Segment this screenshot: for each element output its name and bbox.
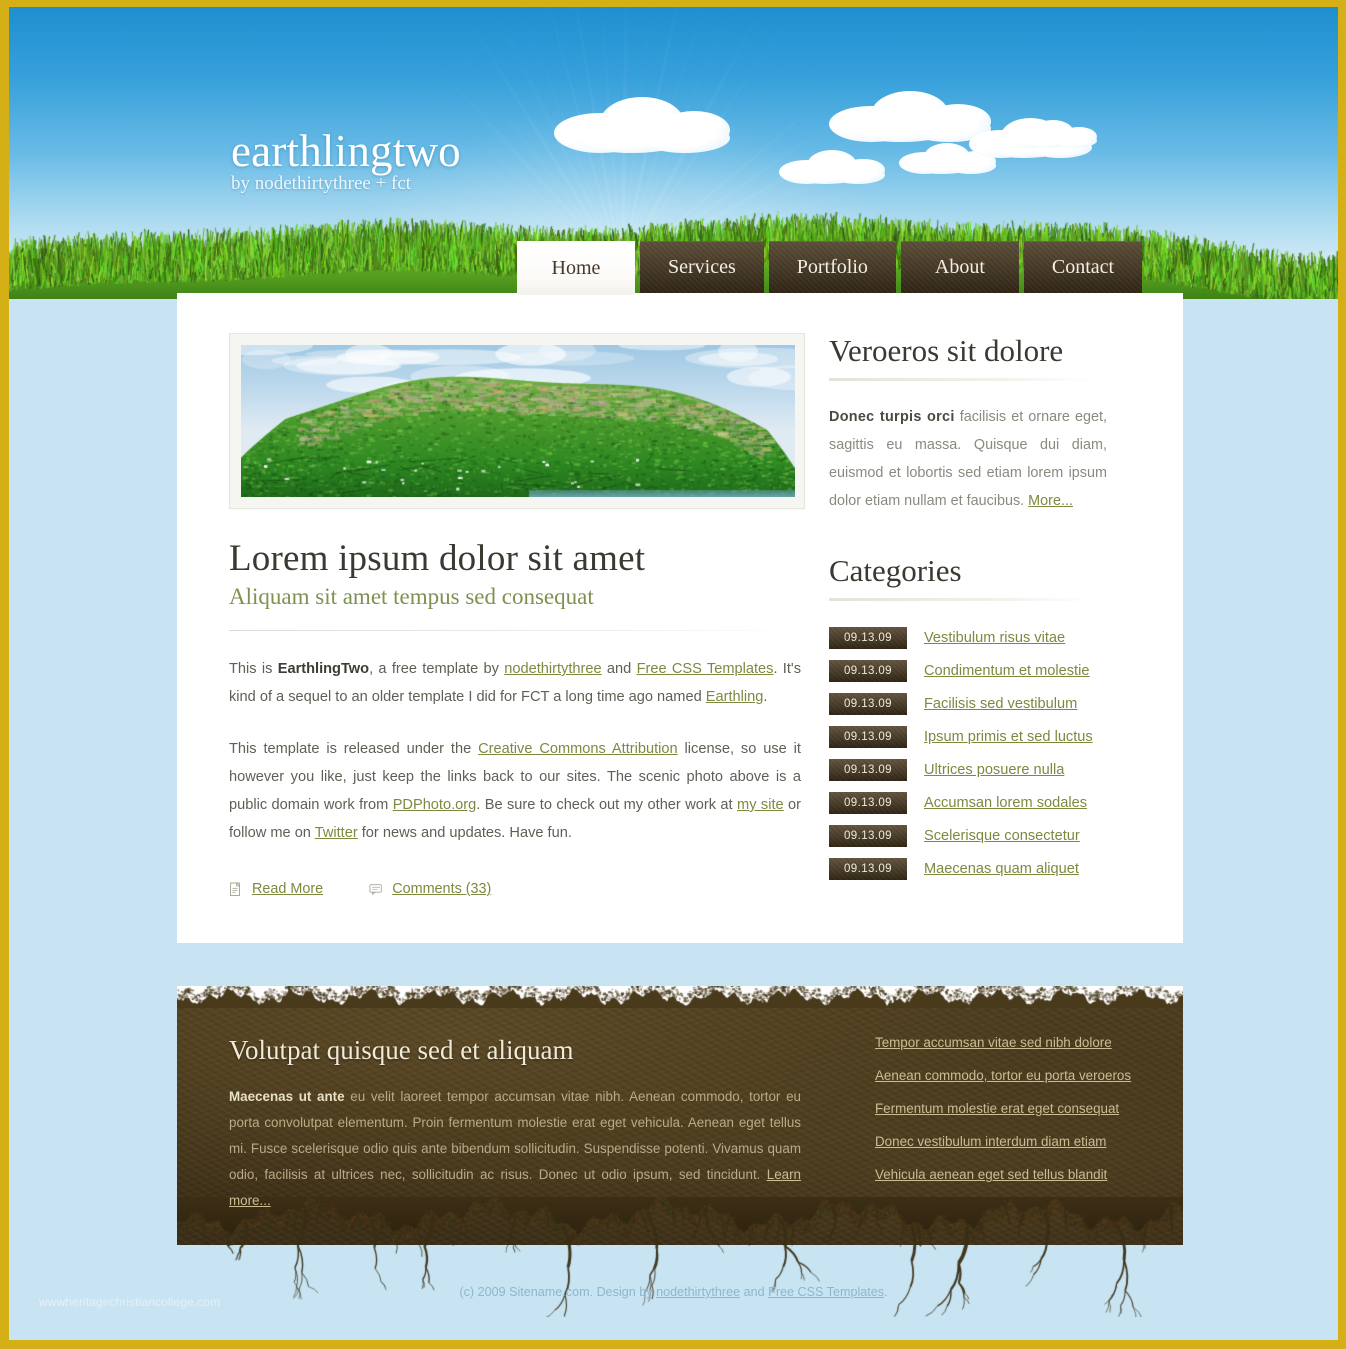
footer-link[interactable]: Fermentum molestie erat eget consequat <box>875 1101 1171 1116</box>
site-branding: earthlingtwo by nodethirtythree + fct <box>231 125 461 195</box>
link-free-css-templates[interactable]: Free CSS Templates <box>637 661 774 677</box>
footer-link[interactable]: Tempor accumsan vitae sed nibh dolore <box>875 1035 1171 1050</box>
link-nodethirtythree[interactable]: nodethirtythree <box>504 661 601 677</box>
categories-title: Categories <box>829 553 1135 589</box>
read-more-item[interactable]: Read More <box>229 881 323 897</box>
category-link[interactable]: Condimentum et molestie <box>924 663 1089 679</box>
footer-link[interactable]: Donec vestibulum interdum diam etiam <box>875 1134 1171 1149</box>
sidebar-box-text: Donec turpis orci facilisis et ornare eg… <box>829 403 1107 515</box>
document-icon <box>229 882 243 897</box>
category-link[interactable]: Scelerisque consectetur <box>924 828 1080 844</box>
category-link[interactable]: Maecenas quam aliquet <box>924 861 1079 877</box>
p2-text-5: for news and updates. Have fun. <box>358 825 572 841</box>
read-more-link[interactable]: Read More <box>252 881 323 897</box>
category-item[interactable]: 09.13.09 Scelerisque consectetur <box>829 825 1135 847</box>
category-link[interactable]: Facilisis sed vestibulum <box>924 696 1077 712</box>
sidebar: Veroeros sit dolore Donec turpis orci fa… <box>813 333 1135 943</box>
category-date-badge: 09.13.09 <box>829 792 907 814</box>
post-paragraph-2: This template is released under the Crea… <box>229 735 801 847</box>
category-item[interactable]: 09.13.09 Vestibulum risus vitae <box>829 627 1135 649</box>
category-date-badge: 09.13.09 <box>829 726 907 748</box>
link-pdphoto[interactable]: PDPhoto.org <box>393 797 477 813</box>
category-item[interactable]: 09.13.09 Maecenas quam aliquet <box>829 858 1135 880</box>
hero-photo <box>241 345 795 497</box>
footer-link[interactable]: Aenean commodo, tortor eu porta veroeros <box>875 1068 1171 1083</box>
category-item[interactable]: 09.13.09 Facilisis sed vestibulum <box>829 693 1135 715</box>
sidebar-box-title: Veroeros sit dolore <box>829 333 1135 369</box>
main-navigation[interactable]: Home Services Portfolio About Contact <box>517 241 1147 295</box>
nav-item-home[interactable]: Home <box>517 241 635 295</box>
sidebar-more-link[interactable]: More... <box>1028 493 1073 509</box>
footer-bold: Maecenas ut ante <box>229 1089 345 1104</box>
category-link[interactable]: Accumsan lorem sodales <box>924 795 1087 811</box>
site-title: earthlingtwo <box>231 125 461 177</box>
post-subtitle: Aliquam sit amet tempus sed consequat <box>229 584 813 610</box>
footer-paragraph: Maecenas ut ante eu velit laoreet tempor… <box>229 1084 801 1214</box>
comments-item[interactable]: Comments (33) <box>369 881 491 897</box>
post-title: Lorem ipsum dolor sit amet <box>229 537 813 580</box>
main-column: Lorem ipsum dolor sit amet Aliquam sit a… <box>177 333 813 943</box>
category-item[interactable]: 09.13.09 Ipsum primis et sed luctus <box>829 726 1135 748</box>
link-my-site[interactable]: my site <box>737 797 784 813</box>
footer-title: Volutpat quisque sed et aliquam <box>229 1035 865 1066</box>
nav-item-portfolio[interactable]: Portfolio <box>769 241 896 293</box>
content-panel: Lorem ipsum dolor sit amet Aliquam sit a… <box>177 293 1183 943</box>
watermark: wwwheritagechristiancollege.com <box>39 1295 220 1309</box>
category-item[interactable]: 09.13.09 Condimentum et molestie <box>829 660 1135 682</box>
nav-item-about[interactable]: About <box>901 241 1019 293</box>
sidebar-box-bold: Donec turpis orci <box>829 409 955 425</box>
copyright-link-n33[interactable]: nodethirtythree <box>656 1285 740 1299</box>
p1-text-1: This is <box>229 661 278 677</box>
category-link[interactable]: Ipsum primis et sed luctus <box>924 729 1093 745</box>
dirt-roots-edge <box>177 1197 1183 1317</box>
categories-list: 09.13.09 Vestibulum risus vitae 09.13.09 Co… <box>829 627 1135 941</box>
copyright-text-3: . <box>884 1285 888 1299</box>
link-twitter[interactable]: Twitter <box>315 825 358 841</box>
post-paragraph-1: This is EarthlingTwo, a free template by… <box>229 655 801 711</box>
p1-bold: EarthlingTwo <box>278 661 369 677</box>
category-date-badge: 09.13.09 <box>829 858 907 880</box>
p2-text-3: . Be sure to check out my other work at <box>476 797 737 813</box>
p1-text-3: and <box>602 661 637 677</box>
link-earthling[interactable]: Earthling <box>706 689 764 705</box>
category-item[interactable]: 09.13.09 Ultrices posuere nulla <box>829 759 1135 781</box>
copyright-text-1: (c) 2009 Sitename.com. Design by <box>459 1285 656 1299</box>
comment-bubble-icon <box>369 882 383 897</box>
sidebar-divider-1 <box>829 378 1093 381</box>
nav-item-services[interactable]: Services <box>640 241 764 293</box>
category-item[interactable]: 09.13.09 Accumsan lorem sodales <box>829 792 1135 814</box>
category-link[interactable]: Ultrices posuere nulla <box>924 762 1064 778</box>
category-date-badge: 09.13.09 <box>829 627 907 649</box>
category-date-badge: 09.13.09 <box>829 759 907 781</box>
sidebar-divider-2 <box>829 598 1093 601</box>
link-creative-commons[interactable]: Creative Commons Attribution <box>478 741 678 757</box>
category-link[interactable]: Vestibulum risus vitae <box>924 630 1065 646</box>
footer-links-column[interactable]: Tempor accumsan vitae sed nibh dolore Aen… <box>865 1035 1171 1214</box>
p2-text-1: This template is released under the <box>229 741 478 757</box>
hero-image-frame <box>229 333 805 509</box>
nav-item-contact[interactable]: Contact <box>1024 241 1142 293</box>
footer-link[interactable]: Vehicula aenean eget sed tellus blandit <box>875 1167 1171 1182</box>
footer-text-column: Volutpat quisque sed et aliquam Maecenas… <box>229 1035 865 1214</box>
title-divider <box>229 630 801 631</box>
copyright-link-fct[interactable]: Free CSS Templates <box>768 1285 884 1299</box>
category-date-badge: 09.13.09 <box>829 825 907 847</box>
p1-text-5: . <box>763 689 767 705</box>
category-date-badge: 09.13.09 <box>829 693 907 715</box>
comments-link[interactable]: Comments (33) <box>392 881 491 897</box>
footer-dirt-section: Volutpat quisque sed et aliquam Maecenas… <box>177 987 1183 1245</box>
p1-text-2: , a free template by <box>369 661 504 677</box>
page-frame: earthlingtwo by nodethirtythree + fct Ho… <box>0 0 1346 1349</box>
copyright-text-2: and <box>740 1285 768 1299</box>
category-date-badge: 09.13.09 <box>829 660 907 682</box>
post-meta: Read More Comments (33) <box>229 881 813 943</box>
